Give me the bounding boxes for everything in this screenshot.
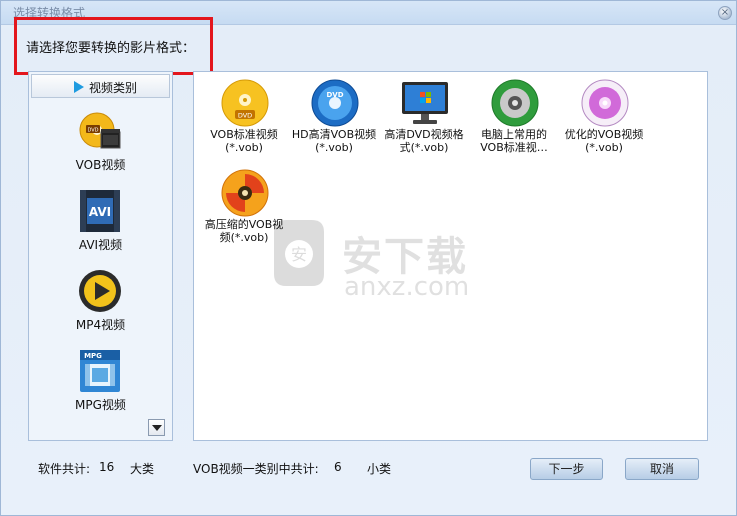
format-item[interactable]: DVD HD高清VOB视频 (*.vob)	[288, 74, 380, 166]
category-item-mp4[interactable]: MP4视频	[29, 268, 172, 346]
disc-green-icon	[491, 79, 539, 127]
category-item-vob[interactable]: DVD VOB视频	[29, 108, 172, 186]
format-label: 电脑上常用的 VOB标准视…	[480, 128, 548, 154]
format-label: VOB标准视频 (*.vob)	[210, 128, 278, 154]
disc-purple-icon	[581, 79, 629, 127]
next-button[interactable]: 下一步	[530, 458, 603, 480]
scroll-down-button[interactable]	[148, 419, 165, 436]
format-panel: 安 安下载 anxz.com DVD VOB标准视频 (*.vob) DVD H	[193, 71, 708, 441]
arrow-down-icon	[152, 425, 162, 431]
svg-text:DVD: DVD	[87, 128, 98, 134]
software-total-label: 软件共计:	[38, 462, 91, 476]
format-item[interactable]: DVD VOB标准视频 (*.vob)	[198, 74, 290, 166]
category-header-label: 视频类别	[89, 81, 138, 95]
dvd-disc-blue-icon: DVD	[311, 79, 359, 127]
play-arrow-icon	[74, 81, 84, 93]
category-item-label: AVI视频	[78, 238, 123, 252]
watermark-sub: anxz.com	[344, 272, 470, 302]
software-total-unit: 大类	[130, 462, 155, 476]
category-item-label: MP4视频	[75, 318, 126, 332]
format-label: 高压缩的VOB视 频(*.vob)	[204, 218, 284, 244]
monitor-icon	[402, 82, 448, 124]
category-item-label: VOB视频	[75, 158, 126, 172]
category-count-label: VOB视频一类别中共计:	[193, 462, 319, 476]
software-total-value: 16	[99, 460, 115, 474]
category-item-avi[interactable]: AVI AVI视频	[29, 188, 172, 266]
format-label: 优化的VOB视频 (*.vob)	[564, 128, 644, 154]
mpg-film-icon: MPG	[80, 350, 120, 392]
category-item-label: MPG视频	[75, 398, 126, 412]
svg-text:MPG: MPG	[84, 352, 102, 360]
category-header[interactable]: 视频类别	[31, 74, 170, 98]
format-item[interactable]: 高清DVD视频格 式(*.vob)	[378, 74, 470, 166]
avi-film-icon: AVI	[80, 190, 120, 232]
highlight-box	[14, 17, 213, 75]
format-item[interactable]: 优化的VOB视频 (*.vob)	[558, 74, 650, 166]
svg-text:DVD: DVD	[326, 91, 343, 99]
format-label: 高清DVD视频格 式(*.vob)	[384, 128, 464, 154]
mp4-play-icon	[79, 270, 121, 312]
category-item-mpg[interactable]: MPG MPG视频	[29, 348, 172, 426]
format-item[interactable]: 电脑上常用的 VOB标准视…	[468, 74, 560, 166]
svg-text:DVD: DVD	[238, 112, 252, 120]
category-count-value: 6	[334, 460, 342, 474]
dvd-disc-yellow-icon: DVD	[221, 79, 269, 127]
dialog-window: 选择转换格式 × 请选择您要转换的影片格式： 视频类别 DVD VOB视频 AV…	[0, 0, 737, 516]
format-label: HD高清VOB视频 (*.vob)	[291, 128, 377, 154]
close-button[interactable]: ×	[718, 6, 732, 20]
cancel-button[interactable]: 取消	[625, 458, 699, 480]
watermark: 安 安下载 anxz.com	[264, 212, 564, 312]
svg-text:AVI: AVI	[89, 205, 111, 219]
format-item[interactable]: 高压缩的VOB视 频(*.vob)	[198, 164, 290, 256]
vob-film-icon: DVD	[79, 112, 121, 149]
disc-orange-icon	[221, 169, 269, 217]
category-count-unit: 小类	[367, 462, 392, 476]
category-panel: 视频类别 DVD VOB视频 AVI AVI视频 MP4视频 MPG MPG视频	[28, 71, 173, 441]
svg-text:安: 安	[291, 245, 307, 264]
